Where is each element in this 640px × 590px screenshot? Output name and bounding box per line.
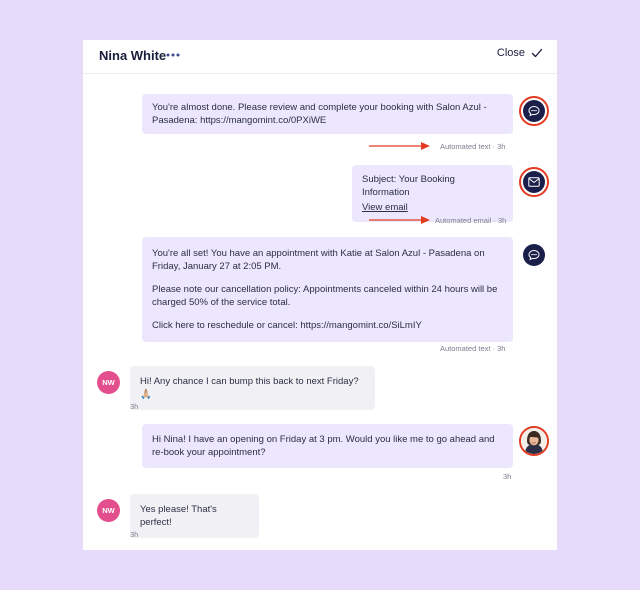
envelope-icon: [523, 171, 545, 193]
avatar: NW: [97, 371, 120, 394]
message-line: You're all set! You have an appointment …: [152, 248, 485, 272]
message-text: Hi! Any chance I can bump this back to n…: [140, 376, 359, 400]
conversation-panel: Nina White Close You're almost done. Ple…: [83, 40, 557, 550]
message-line: Click here to reschedule or cancel: http…: [152, 320, 422, 331]
message-bubble-automated-text: You're almost done. Please review and co…: [142, 94, 513, 134]
message-bubble-client: Hi! Any chance I can bump this back to n…: [130, 366, 375, 410]
message-bubble-staff: Hi Nina! I have an opening on Friday at …: [142, 424, 513, 468]
close-label: Close: [496, 47, 525, 59]
avatar: NW: [97, 499, 120, 522]
message-text: Yes please! That's perfect!: [140, 504, 217, 528]
message-line: Please note our cancellation policy: App…: [152, 284, 498, 308]
more-options-icon[interactable]: [165, 49, 181, 61]
message-meta: Automated email · 3h: [435, 216, 507, 225]
staff-avatar: [521, 428, 547, 454]
message-bubble-client: Yes please! That's perfect!: [130, 494, 259, 538]
contact-name: Nina White: [99, 48, 167, 63]
conversation-header: Nina White Close: [83, 40, 557, 74]
chat-bubble-icon: [523, 244, 545, 266]
view-email-link[interactable]: View email: [362, 202, 408, 213]
message-meta: 3h: [503, 472, 512, 481]
message-meta: 3h: [130, 402, 139, 411]
chat-bubble-icon: [523, 100, 545, 122]
message-bubble-automated-text: You're all set! You have an appointment …: [142, 237, 513, 342]
message-meta: Automated text · 3h: [440, 344, 506, 353]
message-meta: 3h: [130, 530, 139, 539]
email-subject: Subject: Your Booking Information: [362, 174, 455, 198]
message-text: Hi Nina! I have an opening on Friday at …: [152, 434, 495, 458]
message-text: You're almost done. Please review and co…: [152, 102, 487, 126]
close-button[interactable]: Close: [497, 47, 543, 59]
checkmark-icon: [531, 48, 543, 58]
message-meta: Automated text · 3h: [440, 142, 506, 151]
annotation-arrow: [369, 142, 430, 150]
annotation-arrow: [369, 216, 430, 224]
